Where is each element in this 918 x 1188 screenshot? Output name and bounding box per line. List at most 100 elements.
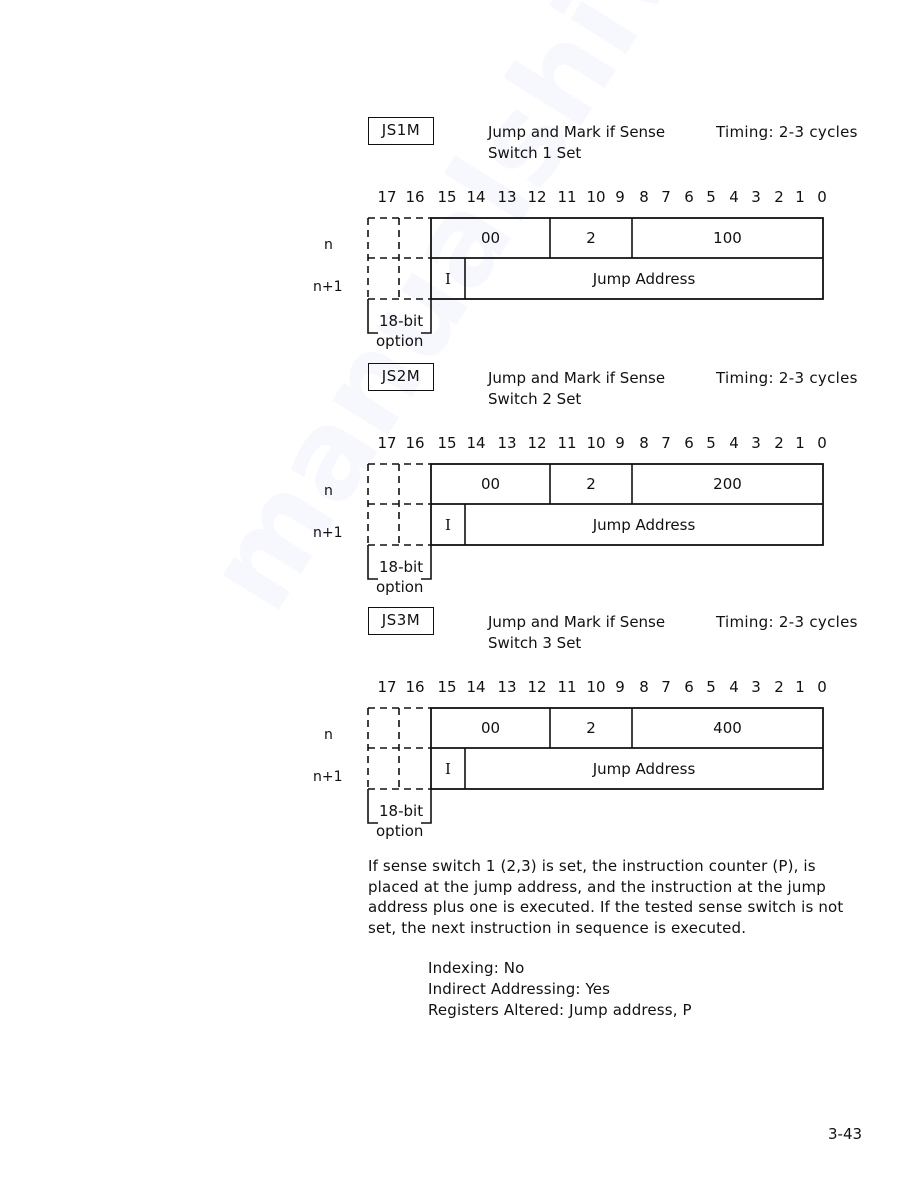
bit-number: 16 — [405, 188, 425, 206]
opcode-field: 00 — [480, 475, 501, 493]
paragraph-line: set, the next instruction in sequence is… — [368, 918, 747, 937]
bit-number: 7 — [661, 678, 671, 696]
bit-number: 12 — [527, 678, 547, 696]
instruction-word-diagram: 00 2 400 I Jump Address 18-bit option — [366, 706, 826, 846]
instruction-description-line1: Jump and Mark if Sense — [488, 123, 666, 141]
bit-number-row: 17 16 15 14 13 12 11 10 9 8 7 6 5 4 3 2 1 0 — [0, 187, 918, 207]
option-label-option: option — [376, 332, 424, 350]
bit-number: 8 — [639, 678, 649, 696]
bit-number: 14 — [466, 434, 486, 452]
page-number: 3-43 — [828, 1125, 863, 1143]
bit-number: 7 — [661, 434, 671, 452]
bit-number: 6 — [684, 434, 694, 452]
timing-label: Timing: 2-3 cycles — [716, 369, 858, 387]
instruction-description-line1: Jump and Mark if Sense — [488, 613, 666, 631]
function-field: 100 — [713, 229, 742, 247]
bit-number: 5 — [706, 678, 716, 696]
mnemonic-box: JS1M — [368, 117, 434, 145]
option-label-18-bit: 18-bit — [379, 558, 424, 576]
property-registers-altered: Registers Altered: Jump address, P — [428, 1001, 692, 1019]
row-label-n: n — [324, 483, 333, 499]
bit-number: 3 — [751, 678, 761, 696]
bit-number: 17 — [377, 188, 397, 206]
description-paragraph: If sense switch 1 (2,3) is set, the inst… — [368, 856, 848, 938]
instruction-word-diagram: 00 2 200 I Jump Address 18-bit option — [366, 462, 826, 602]
bit-number: 2 — [774, 188, 784, 206]
bit-number: 1 — [795, 434, 805, 452]
row-label-n: n — [324, 727, 333, 743]
group-field: 2 — [586, 229, 596, 247]
option-label-18-bit: 18-bit — [379, 802, 424, 820]
row-label-n-plus-1: n+1 — [313, 769, 343, 785]
row-label-n-plus-1: n+1 — [313, 279, 343, 295]
bit-number: 11 — [557, 188, 577, 206]
bit-number: 17 — [377, 678, 397, 696]
property-indexing: Indexing: No — [428, 959, 525, 977]
option-label-option: option — [376, 822, 424, 840]
bit-number: 1 — [795, 188, 805, 206]
function-field: 400 — [713, 719, 742, 737]
bit-number: 16 — [405, 434, 425, 452]
mnemonic-box: JS2M — [368, 363, 434, 391]
paragraph-line: placed at the jump address, and the inst… — [368, 877, 826, 896]
option-label-18-bit: 18-bit — [379, 312, 424, 330]
bit-number: 4 — [729, 678, 739, 696]
bit-number: 6 — [684, 678, 694, 696]
indirect-bit-field: I — [445, 760, 451, 778]
bit-number: 10 — [586, 678, 606, 696]
bit-number: 13 — [497, 678, 517, 696]
jump-address-field: Jump Address — [592, 270, 696, 288]
opcode-field: 00 — [480, 229, 501, 247]
bit-number: 5 — [706, 188, 716, 206]
bit-number-row: 17 16 15 14 13 12 11 10 9 8 7 6 5 4 3 2 1 0 — [0, 677, 918, 697]
bit-number: 2 — [774, 434, 784, 452]
bit-number: 9 — [615, 188, 625, 206]
property-indirect-addressing: Indirect Addressing: Yes — [428, 980, 611, 998]
option-bracket-left — [367, 545, 378, 580]
instruction-description-line1: Jump and Mark if Sense — [488, 369, 666, 387]
instruction-word-diagram: 00 2 100 I Jump Address 18-bit option — [366, 216, 826, 356]
group-field: 2 — [586, 719, 596, 737]
bit-number: 5 — [706, 434, 716, 452]
row-label-n-plus-1: n+1 — [313, 525, 343, 541]
bit-number: 15 — [437, 188, 457, 206]
bit-number: 11 — [557, 434, 577, 452]
indirect-bit-field: I — [445, 270, 451, 288]
bit-number: 6 — [684, 188, 694, 206]
mnemonic-box: JS3M — [368, 607, 434, 635]
timing-label: Timing: 2-3 cycles — [716, 613, 858, 631]
bit-number: 3 — [751, 188, 761, 206]
bit-number: 11 — [557, 678, 577, 696]
paragraph-line: If sense switch 1 (2,3) is set, the inst… — [368, 857, 816, 875]
bit-number: 3 — [751, 434, 761, 452]
bit-number: 17 — [377, 434, 397, 452]
bit-number: 7 — [661, 188, 671, 206]
instruction-properties: Indexing: No Indirect Addressing: Yes Re… — [428, 958, 692, 1021]
bit-number: 16 — [405, 678, 425, 696]
bit-number: 0 — [817, 434, 827, 452]
instruction-description-line2: Switch 3 Set — [488, 634, 582, 652]
option-bracket-left — [367, 299, 378, 334]
bit-number: 10 — [586, 434, 606, 452]
bit-number: 15 — [437, 678, 457, 696]
group-field: 2 — [586, 475, 596, 493]
bit-number: 13 — [497, 188, 517, 206]
bit-number: 12 — [527, 434, 547, 452]
bit-number: 10 — [586, 188, 606, 206]
indirect-bit-field: I — [445, 516, 451, 534]
opcode-field: 00 — [480, 719, 501, 737]
bit-number: 14 — [466, 188, 486, 206]
bit-number: 9 — [615, 434, 625, 452]
jump-address-field: Jump Address — [592, 760, 696, 778]
bit-number: 14 — [466, 678, 486, 696]
bit-number-row: 17 16 15 14 13 12 11 10 9 8 7 6 5 4 3 2 1 0 — [0, 433, 918, 453]
bit-number: 15 — [437, 434, 457, 452]
bit-number: 12 — [527, 188, 547, 206]
option-label-option: option — [376, 578, 424, 596]
option-bracket-left — [367, 789, 378, 824]
jump-address-field: Jump Address — [592, 516, 696, 534]
instruction-description-line2: Switch 2 Set — [488, 390, 582, 408]
paragraph-line: address plus one is executed. If the tes… — [368, 898, 844, 917]
bit-number: 4 — [729, 188, 739, 206]
timing-label: Timing: 2-3 cycles — [716, 123, 858, 141]
